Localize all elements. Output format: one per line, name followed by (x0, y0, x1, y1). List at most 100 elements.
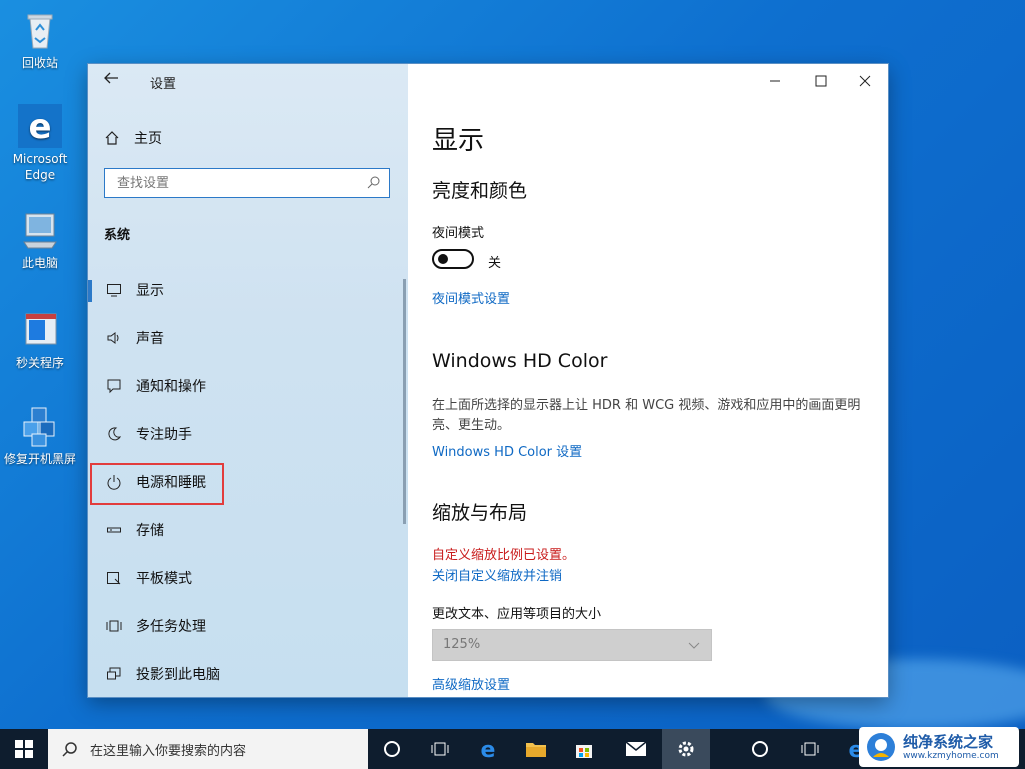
sidebar-item-label: 声音 (136, 331, 164, 347)
computer-icon (18, 208, 62, 252)
windows-logo-icon (15, 740, 33, 758)
task-view-button-2[interactable] (786, 729, 834, 769)
moon-icon (104, 424, 124, 444)
svg-text:e: e (28, 107, 51, 147)
sidebar-scrollbar[interactable] (403, 279, 406, 524)
toggle-knob (438, 254, 448, 264)
task-view-button[interactable] (416, 729, 464, 769)
project-icon (104, 664, 124, 684)
desktop-icon-recycle-bin[interactable]: 回收站 (4, 8, 76, 71)
desktop-icon-edge[interactable]: e Microsoft Edge (4, 104, 76, 183)
minimize-button[interactable] (752, 64, 798, 98)
sidebar-item-notifications[interactable]: 通知和操作 (88, 366, 408, 406)
main-content: 显示 亮度和颜色 夜间模式 关 夜间模式设置 Windows HD Color … (408, 64, 888, 697)
sidebar-item-tablet-mode[interactable]: 平板模式 (88, 558, 408, 598)
desktop-icon-this-pc[interactable]: 此电脑 (4, 208, 76, 271)
desktop-icon-label: Microsoft Edge (12, 152, 68, 182)
sidebar-item-storage[interactable]: 存储 (88, 510, 408, 550)
advanced-scale-link[interactable]: 高级缩放设置 (432, 674, 510, 693)
store-button[interactable] (560, 729, 608, 769)
page-title: 显示 (432, 126, 485, 156)
svg-text:e: e (481, 738, 496, 760)
task-view-icon (431, 742, 449, 756)
sidebar-item-sound[interactable]: 声音 (88, 318, 408, 358)
hd-color-heading: Windows HD Color (432, 350, 608, 372)
highlight-box (90, 463, 224, 505)
sidebar-item-label: 专注助手 (136, 427, 192, 443)
home-label: 主页 (134, 131, 162, 147)
search-icon (62, 742, 77, 757)
recycle-bin-icon (18, 8, 62, 52)
night-mode-state: 关 (488, 256, 502, 271)
sidebar-item-multitasking[interactable]: 多任务处理 (88, 606, 408, 646)
desktop-icon-quick-close[interactable]: 秒关程序 (4, 308, 76, 371)
minimize-icon (770, 80, 780, 82)
sidebar-item-project[interactable]: 投影到此电脑 (88, 654, 408, 694)
desktop-icon-label: 此电脑 (21, 256, 58, 270)
cortana-icon (384, 741, 400, 757)
desktop-icon-fix-boot[interactable]: 修复开机黑屏 (4, 404, 76, 467)
scale-dropdown[interactable]: 125% (432, 629, 712, 661)
start-button[interactable] (0, 729, 48, 769)
watermark-url: www.kzmyhome.com (903, 751, 999, 761)
sidebar-item-label: 平板模式 (136, 571, 192, 587)
multitask-icon (104, 616, 124, 636)
close-button[interactable] (842, 64, 888, 98)
night-mode-settings-link[interactable]: 夜间模式设置 (432, 288, 510, 307)
edge-taskbar-button[interactable]: e (464, 729, 512, 769)
scale-heading: 缩放与布局 (432, 502, 528, 524)
task-view-icon (801, 742, 819, 756)
taskbar-search[interactable]: 在这里输入你要搜索的内容 (48, 729, 368, 769)
sidebar-item-label: 显示 (136, 283, 164, 299)
mail-icon (625, 741, 647, 756)
home-icon (105, 131, 119, 145)
cortana-button[interactable] (368, 729, 416, 769)
back-button[interactable] (100, 70, 122, 92)
night-mode-label: 夜间模式 (432, 226, 485, 241)
arrow-left-icon (104, 72, 118, 84)
sidebar-item-label: 多任务处理 (136, 619, 206, 635)
edge-icon: e (18, 104, 62, 148)
hd-color-settings-link[interactable]: Windows HD Color 设置 (432, 441, 582, 460)
monitor-icon (104, 280, 124, 300)
sidebar-item-label: 存储 (136, 523, 164, 539)
cubes-icon (18, 404, 62, 448)
search-input[interactable] (115, 169, 359, 197)
brightness-heading: 亮度和颜色 (432, 180, 528, 202)
mail-button[interactable] (612, 729, 660, 769)
sidebar-item-label: 通知和操作 (136, 379, 206, 395)
sidebar-item-display[interactable]: 显示 (88, 270, 408, 310)
desktop-icon-label: 秒关程序 (15, 356, 64, 370)
settings-window: 设置 主页 系统 显示 声音 通知和操作 专注助手 电源和睡 (88, 64, 888, 697)
app-title: 设置 (150, 77, 177, 92)
cortana-icon (752, 741, 768, 757)
settings-taskbar-button[interactable] (662, 729, 710, 769)
turn-off-custom-scale-link[interactable]: 关闭自定义缩放并注销 (432, 565, 562, 584)
size-label: 更改文本、应用等项目的大小 (432, 607, 602, 622)
search-box[interactable] (104, 168, 390, 198)
taskbar-search-placeholder: 在这里输入你要搜索的内容 (90, 743, 247, 759)
sidebar-item-focus-assist[interactable]: 专注助手 (88, 414, 408, 454)
cortana-button-2[interactable] (736, 729, 784, 769)
store-icon (576, 745, 592, 758)
search-icon (367, 176, 380, 189)
desktop-icon-label: 回收站 (21, 56, 58, 70)
tablet-icon (104, 568, 124, 588)
storage-icon (104, 520, 124, 540)
maximize-button[interactable] (798, 64, 844, 98)
night-mode-toggle[interactable] (432, 249, 474, 269)
chevron-down-icon (688, 642, 700, 649)
maximize-icon (815, 75, 827, 87)
section-heading: 系统 (104, 228, 131, 243)
file-explorer-button[interactable] (512, 729, 560, 769)
folder-icon (526, 743, 546, 757)
close-icon (859, 75, 871, 87)
hd-color-description: 在上面所选择的显示器上让 HDR 和 WCG 视频、游戏和应用中的画面更明亮、更… (432, 398, 861, 433)
notification-icon (104, 376, 124, 396)
gear-icon (678, 741, 694, 757)
program-icon (18, 308, 62, 352)
speaker-icon (104, 328, 124, 348)
watermark-logo: 纯净系统之家 www.kzmyhome.com (859, 727, 1019, 767)
site-logo-icon (867, 733, 895, 761)
home-link[interactable]: 主页 (104, 128, 162, 148)
